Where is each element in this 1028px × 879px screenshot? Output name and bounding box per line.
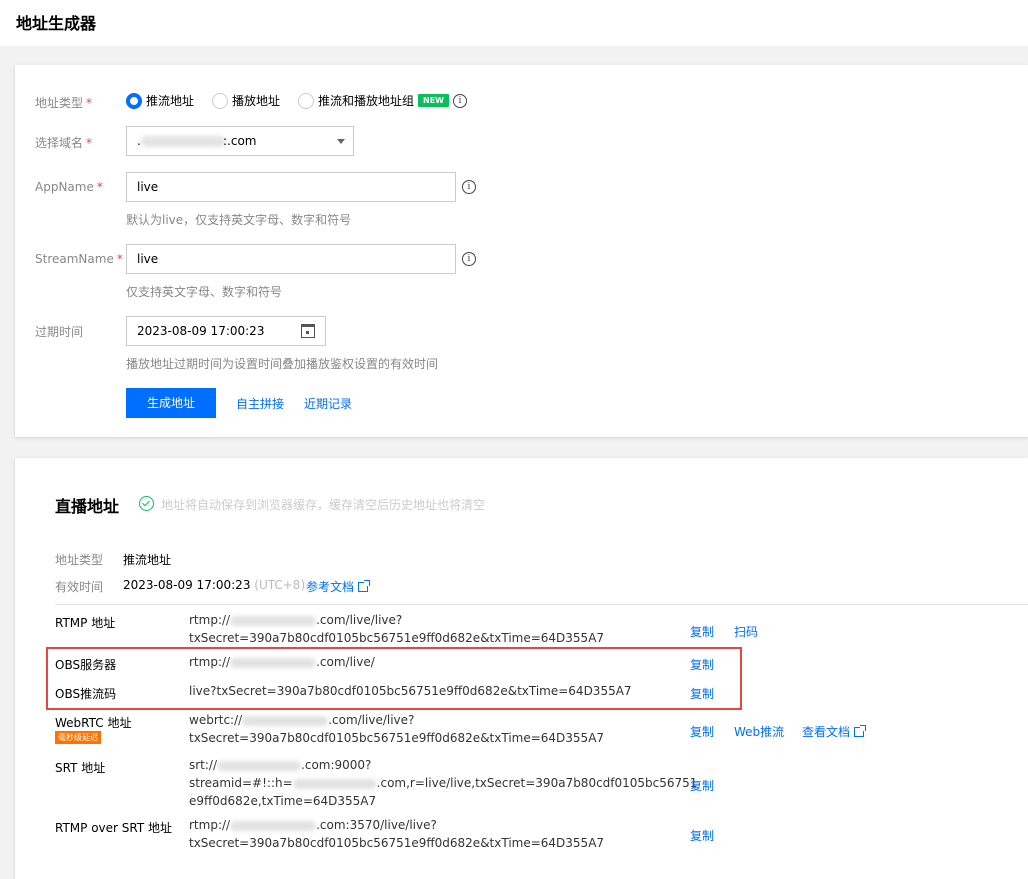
- calendar-icon[interactable]: [301, 324, 315, 338]
- radio-play[interactable]: 播放地址: [212, 92, 280, 109]
- rtmp-scan-button[interactable]: 扫码: [734, 623, 758, 640]
- rtmp-over-srt-address: rtmp://.com:3570/live/live? txSecret=390…: [189, 818, 605, 850]
- address-form-card: 地址类型 * 推流地址 播放地址 推流和播放地址组 NEW i 选择域名 * . :…: [15, 65, 1028, 437]
- radio-play-label: 播放地址: [232, 94, 281, 108]
- rtmp-address: rtmp://.com/live/live? txSecret=390a7b80…: [189, 613, 605, 645]
- rtmp-copy-button[interactable]: 复制: [690, 623, 714, 640]
- result-type-label: 地址类型: [55, 553, 104, 567]
- low-latency-badge: 毫秒级延迟: [55, 731, 101, 744]
- rtmp-over-srt-copy-button[interactable]: 复制: [690, 827, 714, 844]
- info-icon[interactable]: i: [453, 94, 467, 108]
- recent-link[interactable]: 近期记录: [304, 395, 352, 412]
- expire-label: 过期时间: [35, 325, 84, 339]
- rtmp-over-srt-label: RTMP over SRT 地址: [55, 821, 173, 835]
- appname-label: AppName *: [35, 180, 103, 194]
- view-doc-link[interactable]: 查看文档: [802, 723, 867, 740]
- valid-time-label: 有效时间: [55, 580, 104, 594]
- reference-doc-link[interactable]: 参考文档: [306, 578, 371, 595]
- srt-copy-button[interactable]: 复制: [690, 777, 714, 794]
- page-title: 地址生成器: [16, 14, 97, 33]
- chevron-down-icon[interactable]: [337, 139, 345, 144]
- streamname-info-icon[interactable]: i: [462, 252, 476, 266]
- cache-note: 地址将自动保存到浏览器缓存，缓存清空后历史地址也将清空: [161, 498, 486, 512]
- streamname-input[interactable]: live: [126, 244, 456, 274]
- expire-value: 2023-08-09 17:00:23: [137, 324, 265, 338]
- rtmp-label: RTMP 地址: [55, 616, 116, 630]
- domain-label: 选择域名 *: [35, 136, 93, 150]
- streamname-label: StreamName *: [35, 252, 123, 266]
- section-title: 直播地址: [55, 497, 120, 516]
- generate-button[interactable]: 生成地址: [126, 388, 216, 418]
- domain-select[interactable]: . :.com: [126, 126, 354, 156]
- expire-date-picker[interactable]: 2023-08-09 17:00:23: [126, 316, 326, 346]
- streamname-hint: 仅支持英文字母、数字和符号: [126, 285, 283, 299]
- radio-push-play-dot[interactable]: [298, 92, 314, 109]
- domain-masked: [141, 136, 225, 147]
- highlight-box: [46, 647, 742, 710]
- external-link-icon: [854, 725, 867, 737]
- web-push-button[interactable]: Web推流: [734, 723, 784, 740]
- divider: [55, 604, 1028, 605]
- radio-push-play-label: 推流和播放地址组: [318, 94, 415, 108]
- result-type-value: 推流地址: [123, 553, 172, 567]
- radio-push-dot[interactable]: [126, 92, 142, 109]
- radio-play-dot[interactable]: [212, 92, 228, 109]
- check-circle-icon: [139, 496, 154, 511]
- radio-push-label: 推流地址: [146, 94, 195, 108]
- domain-value: :.com: [223, 134, 257, 148]
- webrtc-address: webrtc://.com/live/live? txSecret=390a7b…: [189, 713, 605, 745]
- webrtc-copy-button[interactable]: 复制: [690, 723, 714, 740]
- live-address-card: 直播地址 地址将自动保存到浏览器缓存，缓存清空后历史地址也将清空 地址类型 推流…: [15, 458, 1028, 879]
- radio-push-play-group[interactable]: 推流和播放地址组 NEW: [298, 92, 449, 109]
- appname-input[interactable]: live: [126, 172, 456, 202]
- radio-push[interactable]: 推流地址: [126, 92, 194, 109]
- appname-info-icon[interactable]: i: [462, 180, 476, 194]
- addr-type-label: 地址类型 *: [35, 96, 93, 110]
- custom-link[interactable]: 自主拼接: [236, 395, 284, 412]
- top-bar: 地址生成器: [0, 0, 1028, 46]
- new-badge: NEW: [418, 94, 449, 107]
- valid-time-value: 2023-08-09 17:00:23 (UTC+8): [123, 578, 306, 592]
- expire-hint: 播放地址过期时间为设置时间叠加播放鉴权设置的有效时间: [126, 357, 439, 371]
- srt-address: srt://.com:9000? streamid=#!::h= .com,r=l…: [189, 758, 698, 808]
- webrtc-label: WebRTC 地址: [55, 716, 132, 730]
- srt-label: SRT 地址: [55, 761, 106, 775]
- appname-hint: 默认为live，仅支持英文字母、数字和符号: [126, 213, 352, 227]
- external-link-icon: [358, 580, 371, 592]
